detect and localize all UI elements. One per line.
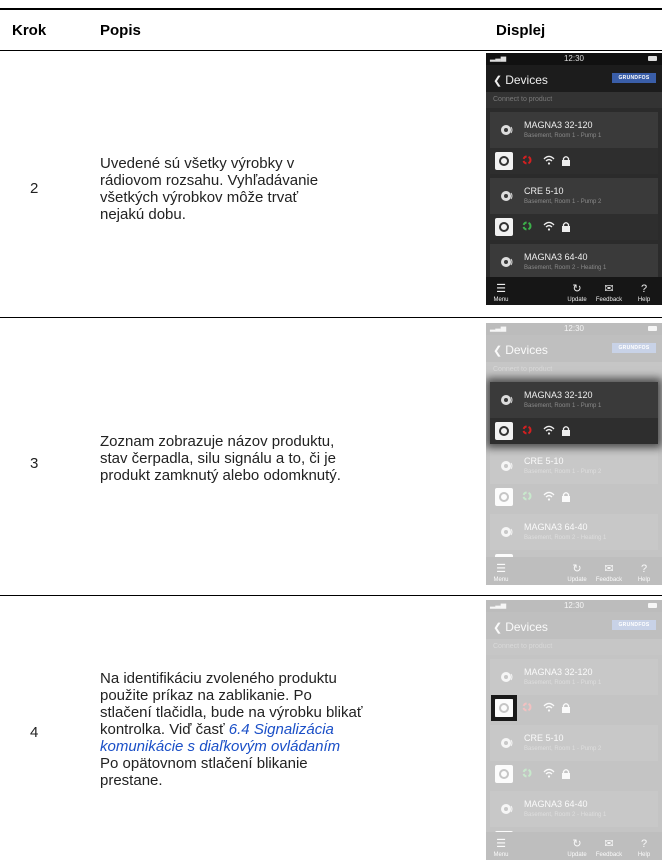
list-icon: ☰	[496, 283, 506, 295]
highlighted-device-card[interactable]: MAGNA3 32-120 Basement, Room 1 - Pump 1	[490, 382, 658, 444]
pump-icon	[501, 125, 513, 135]
wifi-signal-icon	[543, 221, 555, 231]
header-description: Popis	[100, 22, 141, 39]
lock-icon	[562, 426, 570, 436]
tab-menu[interactable]: ☰Menu	[486, 283, 516, 303]
nav-bar: ❮Devices GRUNDFOS	[486, 65, 662, 92]
wink-button[interactable]	[495, 422, 513, 440]
device-card[interactable]: MAGNA3 32-120 Basement, Room 1 - Pump 1	[490, 112, 658, 174]
chevron-left-icon: ❮	[493, 75, 503, 87]
device-name: CRE 5-10	[524, 186, 564, 196]
step-description: Uvedené sú všetky výrobky v rádiovom roz…	[100, 155, 345, 223]
dim-overlay	[486, 600, 662, 860]
dim-overlay	[486, 323, 662, 585]
row-separator	[0, 595, 662, 596]
wink-button[interactable]	[495, 218, 513, 236]
step-number: 2	[30, 180, 39, 197]
pump-icon	[501, 257, 513, 267]
tab-update[interactable]: ↻Update	[562, 283, 592, 303]
battery-icon	[648, 56, 657, 61]
phone-screen: ▂▃▅ 12:30 ❮Devices GRUNDFOS Connect to p…	[486, 323, 662, 585]
tab-feedback[interactable]: ✉Feedback	[594, 283, 624, 303]
device-location: Basement, Room 2 - Heating 1	[524, 265, 607, 271]
pump-icon	[501, 191, 513, 201]
wink-button[interactable]	[495, 152, 513, 170]
device-name: MAGNA3 64-40	[524, 252, 588, 262]
table-top-rule	[0, 8, 662, 10]
device-location: Basement, Room 1 - Pump 2	[524, 199, 602, 205]
pump-icon	[501, 395, 513, 405]
step-description: Na identifikáciu zvoleného produktu použ…	[100, 670, 365, 789]
header-step: Krok	[12, 22, 47, 39]
description-text-2: Po opätovnom stlačení blikanie prestane.	[100, 755, 308, 789]
phone-screen: ▂▃▅ 12:30 ❮Devices GRUNDFOS Connect to p…	[486, 600, 662, 860]
device-name: MAGNA3 32-120	[524, 390, 593, 400]
question-icon: ?	[640, 283, 648, 295]
highlighted-wink-button[interactable]	[495, 699, 513, 717]
tab-bar: ☰Menu ↻Update ✉Feedback ?Help	[486, 277, 662, 305]
pump-state-icon	[522, 425, 532, 435]
status-time: 12:30	[563, 54, 585, 63]
wifi-signal-icon	[543, 155, 555, 165]
device-location: Basement, Room 1 - Pump 1	[524, 133, 602, 139]
device-card[interactable]: CRE 5-10 Basement, Room 1 - Pump 2	[490, 178, 658, 240]
back-button[interactable]: ❮Devices	[493, 73, 548, 87]
connect-label: Connect to product	[486, 92, 662, 108]
phone-screen: ▂▃▅ 12:30 ❮Devices GRUNDFOS Connect to p…	[486, 53, 662, 305]
row-separator	[0, 317, 662, 318]
step-number: 4	[30, 724, 39, 741]
device-name: MAGNA3 32-120	[524, 120, 593, 130]
status-bar: ▂▃▅ 12:30	[486, 53, 662, 65]
header-display: Displej	[496, 22, 546, 39]
tab-help[interactable]: ?Help	[629, 283, 659, 303]
pump-state-icon	[522, 221, 532, 231]
envelope-icon: ✉	[604, 283, 614, 295]
pump-state-icon	[522, 155, 532, 165]
description-text: Na identifikáciu zvoleného produktu použ…	[100, 670, 363, 755]
lock-icon	[562, 222, 570, 232]
refresh-icon: ↻	[572, 283, 582, 295]
grundfos-logo: GRUNDFOS	[612, 73, 656, 83]
device-location: Basement, Room 1 - Pump 1	[524, 403, 602, 409]
step-number: 3	[30, 455, 39, 472]
description-text: Zoznam zobrazuje názov produktu, stav če…	[100, 433, 341, 484]
header-rule	[0, 50, 662, 51]
lock-icon	[562, 156, 570, 166]
step-description: Zoznam zobrazuje názov produktu, stav če…	[100, 433, 350, 484]
wifi-signal-icon	[543, 425, 555, 435]
description-text: Uvedené sú všetky výrobky v rádiovom roz…	[100, 155, 319, 223]
